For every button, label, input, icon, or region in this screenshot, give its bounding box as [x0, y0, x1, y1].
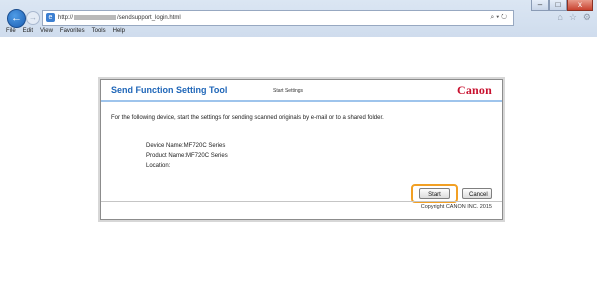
home-icon[interactable]: ⌂ [557, 11, 562, 23]
search-icon[interactable]: ⌕ [490, 14, 494, 21]
minimize-button[interactable]: – [531, 0, 549, 11]
canon-logo: Canon [456, 83, 492, 97]
product-name: Product Name:MF720C Series [146, 153, 228, 159]
menu-file[interactable]: File [6, 28, 16, 34]
menu-view[interactable]: View [40, 28, 53, 34]
address-tools: ⌕ ▾ ↻ [490, 11, 507, 25]
menu-help[interactable]: Help [113, 28, 125, 34]
menu-favorites[interactable]: Favorites [60, 28, 85, 34]
window-controls: – □ x [531, 0, 593, 11]
toolbar-icons: ⌂ ☆ ⚙ [557, 11, 591, 23]
copyright-text: Copyright CANON INC. 2015 [420, 204, 492, 210]
start-button[interactable]: Start [419, 188, 450, 199]
menu-bar: File Edit View Favorites Tools Help [6, 28, 125, 34]
menu-edit[interactable]: Edit [23, 28, 33, 34]
back-arrow-icon: ← [11, 12, 22, 24]
refresh-icon[interactable]: ↻ [501, 14, 507, 21]
dialog-title: Send Function Setting Tool [111, 85, 228, 95]
page-icon: e [46, 13, 55, 22]
close-button[interactable]: x [567, 0, 593, 11]
location: Location: [146, 163, 171, 169]
device-name: Device Name:MF720C Series [146, 143, 226, 149]
instruction-text: For the following device, start the sett… [111, 115, 384, 121]
dialog-subtitle: Start Settings [273, 88, 304, 94]
footer-divider [101, 201, 502, 202]
device-info: Device Name:MF720C Series Product Name:M… [146, 141, 228, 171]
browser-chrome: – □ x ← → e http:// /sendsupport_login.htm… [0, 0, 597, 37]
address-bar[interactable]: e http:// /sendsupport_login.html ⌕ ▾ ↻ [42, 10, 514, 26]
redacted-host [74, 15, 117, 20]
url-prefix: http:// [58, 15, 74, 21]
send-function-dialog: Send Function Setting Tool Start Setting… [100, 79, 503, 220]
dialog-header: Send Function Setting Tool Start Setting… [101, 80, 502, 102]
favorites-star-icon[interactable]: ☆ [569, 11, 577, 23]
forward-button[interactable]: → [26, 11, 40, 25]
settings-gear-icon[interactable]: ⚙ [583, 11, 591, 23]
dropdown-icon[interactable]: ▾ [496, 14, 499, 21]
cancel-button[interactable]: Cancel [462, 188, 492, 199]
forward-arrow-icon: → [29, 13, 37, 22]
url-path: /sendsupport_login.html [117, 15, 181, 21]
maximize-button[interactable]: □ [549, 0, 567, 11]
back-button[interactable]: ← [7, 9, 26, 28]
menu-tools[interactable]: Tools [92, 28, 106, 34]
